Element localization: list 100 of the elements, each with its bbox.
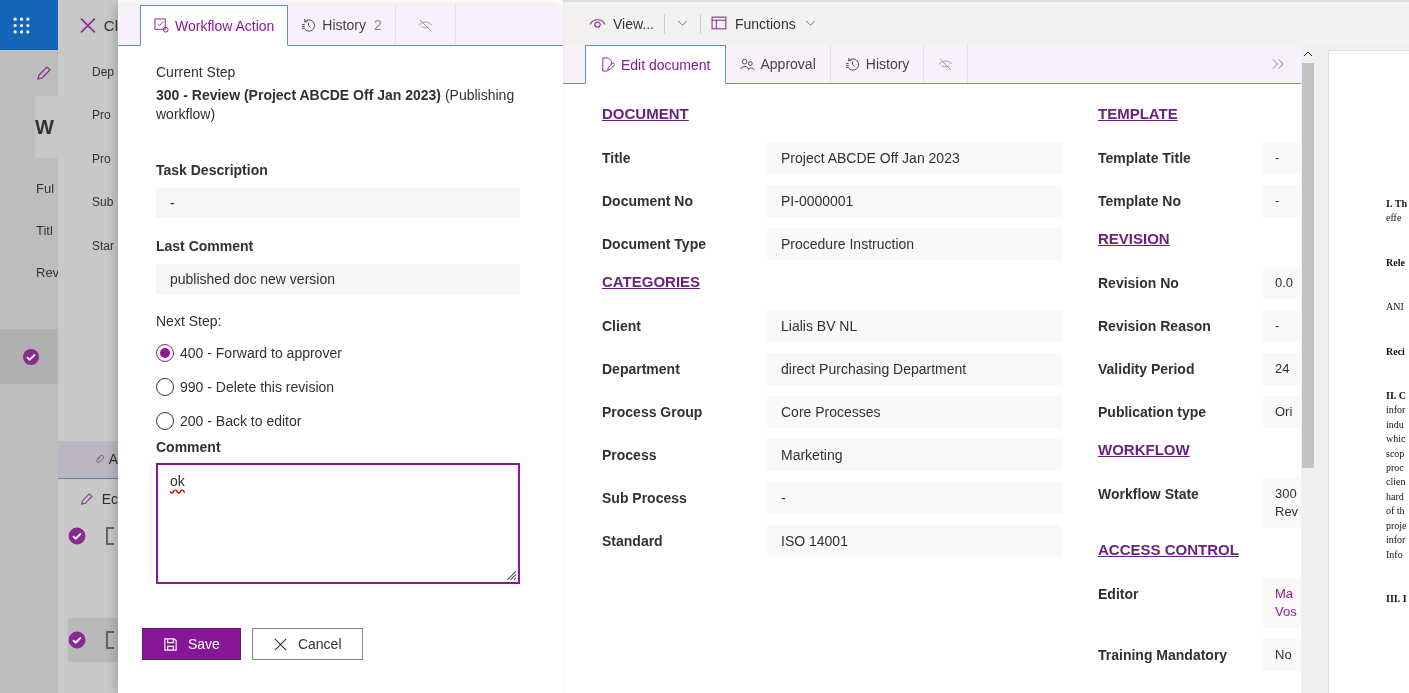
field-label: Dep [92,64,114,79]
double-chevron-icon[interactable] [1272,58,1285,70]
close-label[interactable]: Cl [103,16,118,34]
field-label: Revision No [1098,274,1180,292]
field-value: 24 [1263,353,1301,385]
field-label: Sub [92,195,114,210]
document-text: proje [1386,518,1408,533]
field-value: - [1263,142,1301,174]
eye-off-icon [938,56,954,72]
document-text: of th [1386,504,1406,519]
field-label: Document Type [602,235,707,253]
pencil-icon[interactable] [80,490,94,507]
comment-label: Comment [156,438,222,457]
document-tab[interactable]: Approval [725,45,831,83]
attachments-tab[interactable]: A [108,451,118,467]
section-heading: ACCESS CONTROL [1098,541,1240,560]
field-label: Ful [36,180,55,196]
history-icon [301,17,317,33]
field-value: ISO 14001 [767,525,1062,557]
field-label: Department [602,360,681,378]
document-text: Rele [1386,255,1406,270]
field-label: Pro [92,151,111,166]
field-label: Document No [602,192,694,210]
option-label[interactable]: 400 - Forward to approver [180,345,342,361]
eye-off-icon [417,17,433,33]
cancel-button[interactable]: Cancel [251,628,363,660]
functions-button[interactable]: Functions [709,15,818,32]
section-heading: DOCUMENT [602,105,690,124]
field-value: Marketing [767,439,1062,471]
document-text: Reci [1386,344,1406,359]
app-launcher-icon[interactable] [13,16,30,34]
task-icon [154,18,169,33]
field-label: Training Mandatory [1098,646,1229,664]
document-text: III. I [1386,591,1408,606]
option-label[interactable]: 200 - Back to editor [180,413,302,429]
field-label: Workflow State [1098,485,1200,503]
field-value: Lialis BV NL [767,310,1062,342]
pencil-icon[interactable] [36,65,52,81]
document-text: effe [1386,211,1403,226]
chevron-down-icon[interactable] [677,20,688,27]
field-label: Process Group [602,403,704,421]
document-text: infor [1386,403,1407,418]
document-tab[interactable]: History [830,45,925,83]
last-comment-field: published doc new version [156,264,520,294]
check-circle-icon[interactable] [68,630,86,649]
document-text: infor [1386,533,1407,548]
last-comment-label: Last Comment [156,237,255,256]
field-label: Sub Process [602,489,688,507]
section-heading: WORKFLOW [1098,441,1191,460]
document-text: whic [1386,432,1407,447]
field-value: - [1263,310,1301,342]
comment-field[interactable]: ok [156,463,520,584]
list-heading: W [35,115,54,139]
history-icon [844,56,860,72]
table-icon [711,15,728,32]
save-button[interactable]: Save [142,628,241,660]
current-step-label: Current Step [156,63,237,82]
edit-document-icon [600,57,615,72]
resize-grip-icon[interactable] [505,569,516,580]
field-value: - [767,482,1062,514]
field-label: Template No [1098,192,1182,210]
field-value: direct Purchasing Department [767,353,1062,385]
field-value: PI-0000001 [767,185,1062,217]
field-value: Core Processes [767,396,1062,428]
people-icon [739,56,755,72]
scrollbar[interactable] [1301,45,1315,693]
current-step-text: 300 - Review (Project ABCDE Off Jan 2023) (Publishing workflow) [156,86,516,124]
edit-label[interactable]: Ec [101,490,118,507]
field-value[interactable]: Ma Vos [1263,578,1301,628]
field-label: Publication type [1098,403,1208,421]
field-value: 300 Rev [1263,478,1301,528]
field-value: Ori [1263,396,1301,428]
task-description-field: - [156,188,520,218]
scroll-up-icon[interactable] [1303,51,1313,57]
close-icon[interactable] [80,16,96,34]
field-label: Validity Period [1098,360,1196,378]
panel-tab[interactable]: History 2 [288,5,396,45]
task-description-label: Task Description [156,161,269,180]
field-value: Project ABCDE Off Jan 2023 [767,142,1062,174]
field-value: Procedure Instruction [767,228,1062,260]
radio-button[interactable] [156,344,174,362]
field-label: Client [602,317,642,335]
field-label: Template Title [1098,149,1192,167]
radio-button[interactable] [156,378,174,396]
check-circle-icon[interactable] [22,347,40,366]
field-label: Titl [36,222,53,238]
document-tab[interactable]: Edit document [585,45,726,84]
section-heading: TEMPLATE [1098,105,1179,124]
next-step-label: Next Step: [156,312,223,331]
check-circle-icon[interactable] [68,526,86,545]
chevron-down-icon [804,20,816,27]
view-button[interactable]: View... [587,15,656,32]
panel-tab[interactable]: Workflow Action [140,5,289,46]
document-text: I. Th [1386,197,1408,211]
field-value: 0.0 [1263,267,1301,299]
paperclip-icon [94,452,105,466]
option-label[interactable]: 990 - Delete this revision [180,379,335,395]
document-text: proc [1386,461,1405,476]
radio-button[interactable] [156,412,174,430]
document-text: indu [1386,417,1405,432]
